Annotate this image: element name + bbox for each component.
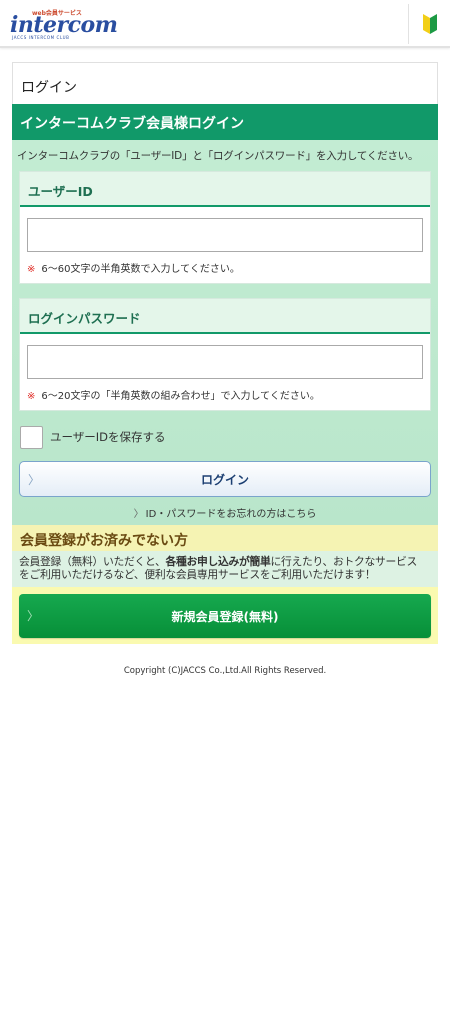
intercom-logo[interactable]: web会員サービス intercom JACCS INTERCOM CLUB xyxy=(10,8,118,42)
login-button-label: ログイン xyxy=(200,472,249,487)
save-id-row[interactable]: ユーザーIDを保存する xyxy=(20,425,431,449)
login-container: ログイン インターコムクラブ会員様ログイン インターコムクラブの「ユーザーID」… xyxy=(12,62,438,644)
user-id-field-box: ユーザーID ※ 6〜60文字の半角英数で入力してください。 xyxy=(19,171,431,284)
register-desc-emphasis: 各種お申し込みが簡単 xyxy=(165,555,271,568)
user-id-hint: ※ 6〜60文字の半角英数で入力してください。 xyxy=(27,260,423,275)
login-section-title: インターコムクラブ会員様ログイン xyxy=(12,104,438,140)
user-id-label: ユーザーID xyxy=(20,172,430,207)
beginner-mark-icon[interactable] xyxy=(408,4,450,44)
beginner-leaf-icon xyxy=(422,14,437,34)
password-hint: ※ 6〜20文字の「半角英数の組み合わせ」で入力してください。 xyxy=(27,387,423,402)
save-id-checkbox[interactable] xyxy=(20,425,43,449)
save-id-label[interactable]: ユーザーIDを保存する xyxy=(50,429,166,445)
chevron-right-icon: 〉 xyxy=(28,473,41,487)
chevron-right-icon: 〉 xyxy=(133,509,144,520)
site-header: web会員サービス intercom JACCS INTERCOM CLUB xyxy=(0,0,450,48)
logo-subtitle: JACCS INTERCOM CLUB xyxy=(12,35,70,40)
user-id-input[interactable] xyxy=(27,218,423,252)
login-form: インターコムクラブの「ユーザーID」と「ログインパスワード」を入力してください。… xyxy=(12,140,438,525)
user-id-hint-text: 6〜60文字の半角英数で入力してください。 xyxy=(41,264,240,275)
password-hint-text: 6〜20文字の「半角英数の組み合わせ」で入力してください。 xyxy=(41,391,320,402)
note-mark: ※ xyxy=(27,264,36,275)
register-desc-line: をご利用いただけるなど、便利な会員専用サービスをご利用いただけます！ xyxy=(19,568,376,581)
register-section-title: 会員登録がお済みでない方 xyxy=(12,525,438,551)
register-button-area: 〉 新規会員登録(無料) xyxy=(12,587,438,644)
forgot-link-text[interactable]: ID・パスワードをお忘れの方はこちら xyxy=(146,509,317,520)
note-mark: ※ xyxy=(27,391,36,402)
register-button[interactable]: 〉 新規会員登録(無料) xyxy=(19,594,431,638)
password-label: ログインパスワード xyxy=(20,299,430,334)
register-description: 会員登録（無料）いただくと、各種お申し込みが簡単に行えたり、おトクなサービス を… xyxy=(12,551,438,587)
register-desc-part: に行えたり、おトクなサービス xyxy=(270,555,418,568)
copyright: Copyright (C)JACCS Co.,Ltd.All Rights Re… xyxy=(123,666,327,676)
login-button[interactable]: 〉 ログイン xyxy=(19,461,431,497)
password-field-box: ログインパスワード ※ 6〜20文字の「半角英数の組み合わせ」で入力してください。 xyxy=(19,298,431,411)
chevron-right-icon: 〉 xyxy=(27,609,40,623)
forgot-credentials-link[interactable]: 〉 ID・パスワードをお忘れの方はこちら xyxy=(19,505,431,520)
password-input[interactable] xyxy=(27,345,423,379)
register-button-label: 新規会員登録(無料) xyxy=(171,609,279,624)
page-title: ログイン xyxy=(12,62,438,104)
login-intro-text: インターコムクラブの「ユーザーID」と「ログインパスワード」を入力してください。 xyxy=(17,150,419,162)
register-desc-part: 会員登録（無料）いただくと、 xyxy=(19,555,166,568)
